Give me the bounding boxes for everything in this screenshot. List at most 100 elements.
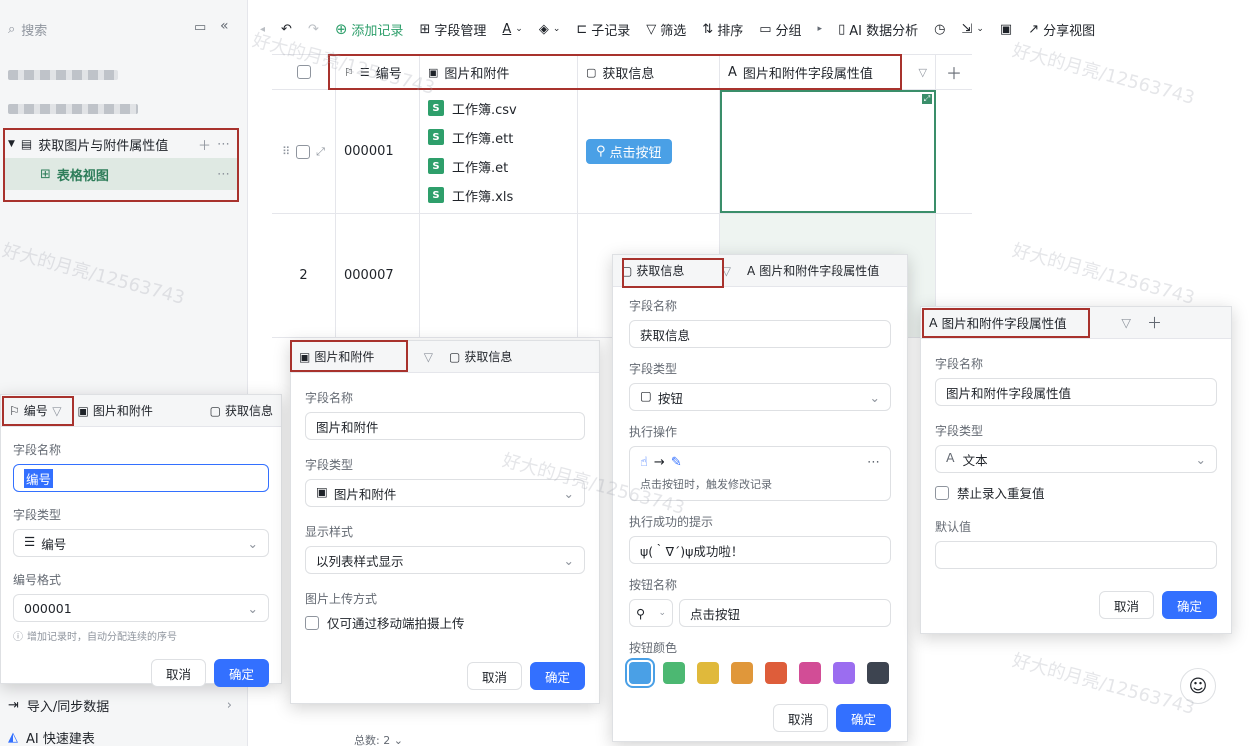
cancel-button[interactable]: 取消 <box>772 704 828 732</box>
text-color-button[interactable]: A ⌄ <box>502 22 522 37</box>
sidebar-tool-icon[interactable]: ▭ <box>194 20 206 35</box>
add-icon[interactable]: ＋ <box>198 135 211 154</box>
drag-handle-icon[interactable]: ⠿ <box>282 145 290 158</box>
button-name-input[interactable]: 点击按钮 <box>679 599 891 627</box>
tab-attachment[interactable]: ▣ 图片和附件 <box>69 395 201 426</box>
fill-color-button[interactable]: ◈ ⌄ <box>539 22 561 37</box>
cancel-button[interactable]: 取消 <box>1098 591 1154 619</box>
undo-icon[interactable]: ↶ <box>281 22 292 37</box>
table-item[interactable]: ▼ ▤ 获取图片与附件属性值 ＋ ⋯ <box>4 130 238 158</box>
select-all-checkbox[interactable] <box>296 65 311 79</box>
expand-cell-icon[interactable]: ⤢ <box>922 94 932 104</box>
table-row[interactable]: ⠿ ⤢ 000001 S 工作簿.csv S 工作簿.ett S 工作簿.et S 工作簿… <box>272 90 972 214</box>
import-item[interactable]: ⇥ 导入/同步数据 › <box>8 696 232 715</box>
text-cell-selected[interactable]: ⤢ <box>720 90 936 213</box>
search-box[interactable]: ⌕ 搜索 <box>8 14 188 44</box>
clipboard-icon[interactable]: ▣ <box>1000 22 1012 37</box>
file-item[interactable]: S 工作簿.ett <box>428 128 513 147</box>
header-button-field[interactable]: ▢ 获取信息 <box>578 55 720 89</box>
field-name-input[interactable]: 图片和附件字段属性值 <box>935 378 1217 406</box>
ai-analysis-button[interactable]: ▯ AI 数据分析 <box>838 20 918 39</box>
field-manage-button[interactable]: ⊞ 字段管理 <box>419 20 486 39</box>
header-attachment[interactable]: ▣ 图片和附件 <box>420 55 578 89</box>
more-icon[interactable]: ⋯ <box>867 455 880 470</box>
tab-button-field[interactable]: ▢ 获取信息 <box>441 341 520 372</box>
tab-text-field[interactable]: A 图片和附件字段属性值 ▽ <box>921 307 1139 338</box>
add-column-button[interactable]: ＋ <box>936 55 972 89</box>
color-swatch[interactable] <box>799 662 821 684</box>
group-button[interactable]: ▭ 分组 <box>759 20 801 39</box>
assistant-icon[interactable]: ☺ <box>1180 668 1216 704</box>
action-card[interactable]: ☝ → ✎ ⋯ 点击按钮时，触发修改记录 <box>629 446 891 501</box>
add-field-button[interactable]: ＋ <box>1139 307 1170 338</box>
file-item[interactable]: S 工作簿.xls <box>428 186 513 205</box>
color-swatch[interactable] <box>625 658 655 688</box>
row-controls[interactable]: ⠿ ⤢ <box>272 90 336 213</box>
mobile-only-option[interactable]: 仅可通过移动端拍摄上传 <box>305 613 585 632</box>
button-icon-select[interactable]: ⚲ ⌄ <box>629 599 673 627</box>
default-value-input[interactable] <box>935 541 1217 569</box>
field-type-select[interactable]: A 文本 ⌄ <box>935 445 1217 473</box>
sort-button[interactable]: ⇅ 排序 <box>702 20 743 39</box>
collapse-sidebar-icon[interactable]: « <box>220 18 229 34</box>
confirm-button[interactable]: 确定 <box>1161 591 1217 619</box>
field-type-select[interactable]: ☰ 编号 ⌄ <box>13 529 269 557</box>
field-name-input[interactable]: 获取信息 <box>629 320 891 348</box>
header-id[interactable]: ⚐ ☰ 编号 <box>336 55 420 89</box>
field-name-input[interactable]: 编号 <box>13 464 269 492</box>
total-count[interactable]: 总数: 2 ⌄ <box>354 732 403 746</box>
filter-button[interactable]: ▽ 筛选 <box>646 20 686 39</box>
tab-text-field[interactable]: A 图片和附件字段属性值 <box>739 255 887 286</box>
color-swatch[interactable] <box>731 662 753 684</box>
ai-item[interactable]: ◭ AI 快速建表 <box>8 728 95 746</box>
attachment-cell[interactable] <box>420 214 578 337</box>
file-item[interactable]: S 工作簿.csv <box>428 99 517 118</box>
confirm-button[interactable]: 确定 <box>213 659 269 687</box>
header-text-field[interactable]: A 图片和附件字段属性值 ▽ <box>720 55 936 89</box>
more-icon[interactable]: ⋯ <box>217 137 230 152</box>
spreadsheet-icon: S <box>428 100 444 116</box>
add-record-button[interactable]: ⊕ 添加记录 <box>335 20 404 39</box>
expand-icon[interactable]: ⤢ <box>316 145 325 159</box>
share-view-button[interactable]: ↗ 分享视图 <box>1028 20 1095 39</box>
success-tip-input[interactable]: ψ(｀∇´)ψ成功啦！ <box>629 536 891 564</box>
history-icon[interactable]: ◷ <box>934 22 945 37</box>
cancel-button[interactable]: 取消 <box>466 662 522 690</box>
color-swatch[interactable] <box>867 662 889 684</box>
file-item[interactable]: S 工作簿.et <box>428 157 508 176</box>
field-type-select[interactable]: ▢ 按钮 ⌄ <box>629 383 891 411</box>
filter-icon[interactable]: ▽ <box>919 66 927 79</box>
no-duplicate-checkbox[interactable] <box>935 485 949 500</box>
id-cell[interactable]: 000001 <box>336 90 420 213</box>
color-swatch[interactable] <box>663 662 685 684</box>
color-swatch[interactable] <box>833 662 855 684</box>
attachment-cell[interactable]: S 工作簿.csv S 工作簿.ett S 工作簿.et S 工作簿.xls <box>420 90 578 213</box>
cancel-button[interactable]: 取消 <box>150 659 206 687</box>
color-swatch[interactable] <box>765 662 787 684</box>
mobile-only-checkbox[interactable] <box>305 615 319 630</box>
tab-attachment[interactable]: ▣ 图片和附件 ▽ <box>291 341 441 372</box>
row-checkbox[interactable] <box>296 144 311 159</box>
click-button[interactable]: ⚲ 点击按钮 <box>586 139 672 164</box>
confirm-button[interactable]: 确定 <box>835 704 891 732</box>
tab-button-field[interactable]: ▢ 获取信息 ▽ <box>613 255 739 286</box>
more-tools-icon[interactable]: ▸ <box>818 24 823 34</box>
more-icon[interactable]: ⋯ <box>217 167 230 182</box>
ai-analysis-icon: ▯ <box>838 21 846 37</box>
view-item[interactable]: ⊞ 表格视图 ⋯ <box>4 158 238 190</box>
color-swatch[interactable] <box>697 662 719 684</box>
redo-icon[interactable]: ↷ <box>308 22 319 37</box>
field-type-select[interactable]: ▣ 图片和附件 ⌄ <box>305 479 585 507</box>
select-all-cell[interactable] <box>272 55 336 89</box>
tab-button-field[interactable]: ▢ 获取信息 <box>202 395 281 426</box>
no-duplicate-option[interactable]: 禁止录入重复值 <box>935 483 1217 502</box>
field-name-input[interactable]: 图片和附件 <box>305 412 585 440</box>
id-cell[interactable]: 000007 <box>336 214 420 337</box>
export-button[interactable]: ⇲ ⌄ <box>961 22 983 37</box>
display-style-select[interactable]: 以列表样式显示 ⌄ <box>305 546 585 574</box>
confirm-button[interactable]: 确定 <box>529 662 585 690</box>
tab-number[interactable]: ⚐ 编号 ▽ <box>1 395 69 426</box>
format-select[interactable]: 000001 ⌄ <box>13 594 269 622</box>
sub-record-button[interactable]: ⊏ 子记录 <box>576 20 630 39</box>
prev-icon[interactable]: ◂ <box>260 24 265 35</box>
